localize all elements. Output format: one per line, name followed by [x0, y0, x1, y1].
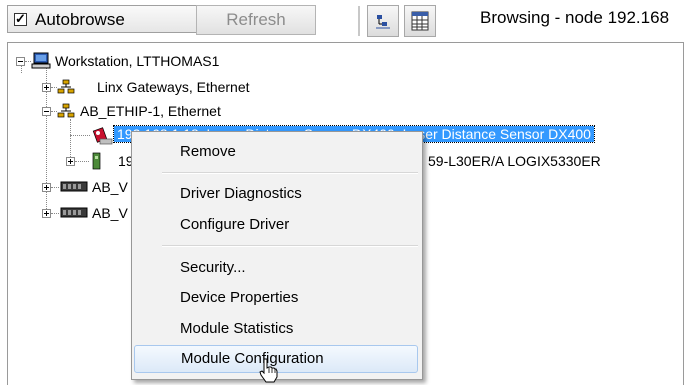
workstation-computer-icon	[31, 52, 51, 69]
menu-item-device-properties[interactable]: Device Properties	[134, 284, 418, 312]
toolbar: Autobrowse Refresh Browsing - node 192.1…	[0, 0, 685, 42]
menu-item-remove[interactable]: Remove	[134, 138, 418, 166]
menu-separator	[162, 172, 418, 174]
menu-separator	[162, 245, 418, 247]
backplane-driver-icon	[60, 207, 88, 218]
browsing-status-text: Browsing - node 192.168	[480, 8, 670, 27]
menu-item-driver-diagnostics[interactable]: Driver Diagnostics	[134, 180, 418, 208]
collapse-icon[interactable]	[42, 107, 51, 116]
browse-mode-icon	[376, 15, 390, 29]
tree-node-label: AB_ETHIP-1, Ethernet	[80, 103, 221, 119]
sensor-device-icon	[92, 127, 113, 145]
autobrowse-label: Autobrowse	[35, 10, 125, 29]
backplane-driver-icon	[60, 181, 88, 192]
tree-node-label: AB_V	[92, 179, 128, 195]
grid-view-button[interactable]	[404, 5, 436, 37]
grid-view-icon	[411, 11, 429, 31]
tree-connector	[70, 119, 72, 159]
tree-node-label: Linx Gateways, Ethernet	[97, 79, 250, 95]
menu-item-security[interactable]: Security...	[134, 254, 418, 282]
hand-pointer-cursor-icon	[259, 358, 278, 383]
tree-node-label: Workstation, LTTHOMAS1	[55, 53, 220, 69]
network-driver-icon	[57, 79, 75, 94]
autobrowse-checkbox[interactable]: Autobrowse	[7, 5, 197, 33]
checkbox-checked-icon[interactable]	[14, 11, 27, 27]
collapse-icon[interactable]	[16, 57, 25, 66]
expand-icon[interactable]	[66, 157, 75, 166]
menu-item-configure-driver[interactable]: Configure Driver	[134, 211, 418, 239]
expand-icon[interactable]	[42, 183, 51, 192]
menu-item-module-statistics[interactable]: Module Statistics	[134, 315, 418, 343]
expand-icon[interactable]	[42, 209, 51, 218]
expand-icon[interactable]	[42, 83, 51, 92]
refresh-button[interactable]: Refresh	[196, 5, 316, 35]
tree-node-label-continued: 59-L30ER/A LOGIX5330ER	[428, 153, 601, 169]
controller-module-icon	[92, 152, 101, 170]
context-menu: Remove Driver Diagnostics Configure Driv…	[131, 131, 423, 380]
network-driver-icon	[57, 103, 75, 118]
toolbar-separator	[358, 6, 360, 36]
browse-mode-button[interactable]	[367, 5, 399, 37]
tree-node-label: AB_V	[92, 205, 128, 221]
